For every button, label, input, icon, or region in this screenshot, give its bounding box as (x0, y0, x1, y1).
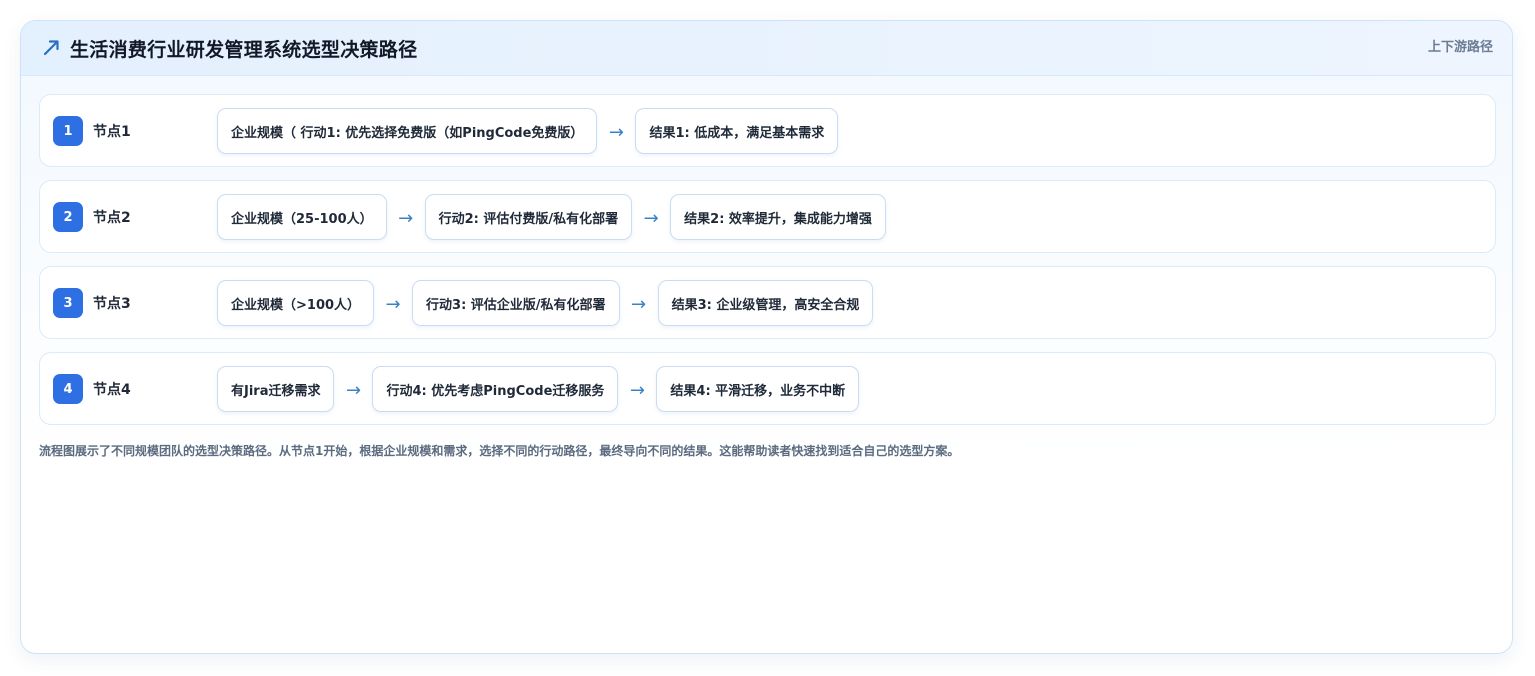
flow-step-box: 行动3: 评估企业版/私有化部署 (412, 280, 620, 326)
flow-arrow-icon: → (385, 294, 401, 315)
trend-arrow-icon (42, 37, 62, 57)
flow-step-box: 行动4: 优先考虑PingCode迁移服务 (372, 366, 619, 412)
flow-step-box: 结果3: 企业级管理，高安全合规 (657, 280, 874, 326)
flow-step-box: 行动2: 评估付费版/私有化部署 (424, 194, 633, 240)
decision-row-3: 3 节点3 企业规模（>100人） → 行动3: 评估企业版/私有化部署 → 结… (39, 266, 1496, 339)
flow-arrow-icon: → (345, 380, 362, 401)
flow-step-box: 结果1: 低成本，满足基本需求 (635, 108, 839, 154)
flow-step-box: 企业规模（>100人） (217, 280, 375, 326)
decision-row-1: 1 节点1 企业规模（ 行动1: 优先选择免费版（如PingCode免费版） →… (39, 94, 1496, 167)
flow-steps: 企业规模（25-100人） → 行动2: 评估付费版/私有化部署 → 结果2: … (217, 194, 886, 240)
flow-steps: 企业规模（ 行动1: 优先选择免费版（如PingCode免费版） → 结果1: … (217, 108, 839, 154)
flow-arrow-icon: → (643, 208, 659, 229)
decision-row-2: 2 节点2 企业规模（25-100人） → 行动2: 评估付费版/私有化部署 →… (39, 180, 1496, 253)
node-label: 节点3 (93, 296, 131, 312)
decision-row-4: 4 节点4 有Jira迁移需求 → 行动4: 优先考虑PingCode迁移服务 … (39, 352, 1496, 425)
flow-step-box: 企业规模（25-100人） (217, 194, 387, 240)
flow-arrow-icon: → (398, 208, 414, 229)
node-badge: 3 (53, 288, 83, 318)
flow-steps: 有Jira迁移需求 → 行动4: 优先考虑PingCode迁移服务 → 结果4:… (217, 366, 860, 412)
card-header: 生活消费行业研发管理系统选型决策路径 上下游路径 (21, 21, 1512, 76)
flow-step-box: 有Jira迁移需求 (217, 366, 335, 412)
flow-arrow-icon: → (629, 380, 645, 401)
node-badge: 4 (53, 374, 83, 404)
flow-arrow-icon: → (631, 294, 647, 315)
diagram-description: 流程图展示了不同规模团队的选型决策路径。从节点1开始，根据企业规模和需求，选择不… (39, 444, 960, 458)
decision-rows: 1 节点1 企业规模（ 行动1: 优先选择免费版（如PingCode免费版） →… (39, 94, 1496, 438)
decision-path-card: 生活消费行业研发管理系统选型决策路径 上下游路径 1 节点1 企业规模（ 行动1… (20, 20, 1513, 654)
node-label: 节点2 (93, 210, 131, 226)
header-tag: 上下游路径 (1427, 40, 1493, 55)
node-badge: 1 (53, 116, 83, 146)
flow-arrow-icon: → (608, 122, 624, 143)
flow-steps: 企业规模（>100人） → 行动3: 评估企业版/私有化部署 → 结果3: 企业… (217, 280, 874, 326)
node-badge: 2 (53, 202, 83, 232)
page-title: 生活消费行业研发管理系统选型决策路径 (70, 39, 418, 61)
flow-step-box: 结果4: 平滑迁移，业务不中断 (656, 366, 860, 412)
node-label: 节点4 (93, 382, 131, 398)
flow-step-box: 结果2: 效率提升，集成能力增强 (670, 194, 886, 240)
node-label: 节点1 (93, 124, 131, 140)
flow-step-box: 企业规模（ 行动1: 优先选择免费版（如PingCode免费版） (217, 108, 598, 154)
